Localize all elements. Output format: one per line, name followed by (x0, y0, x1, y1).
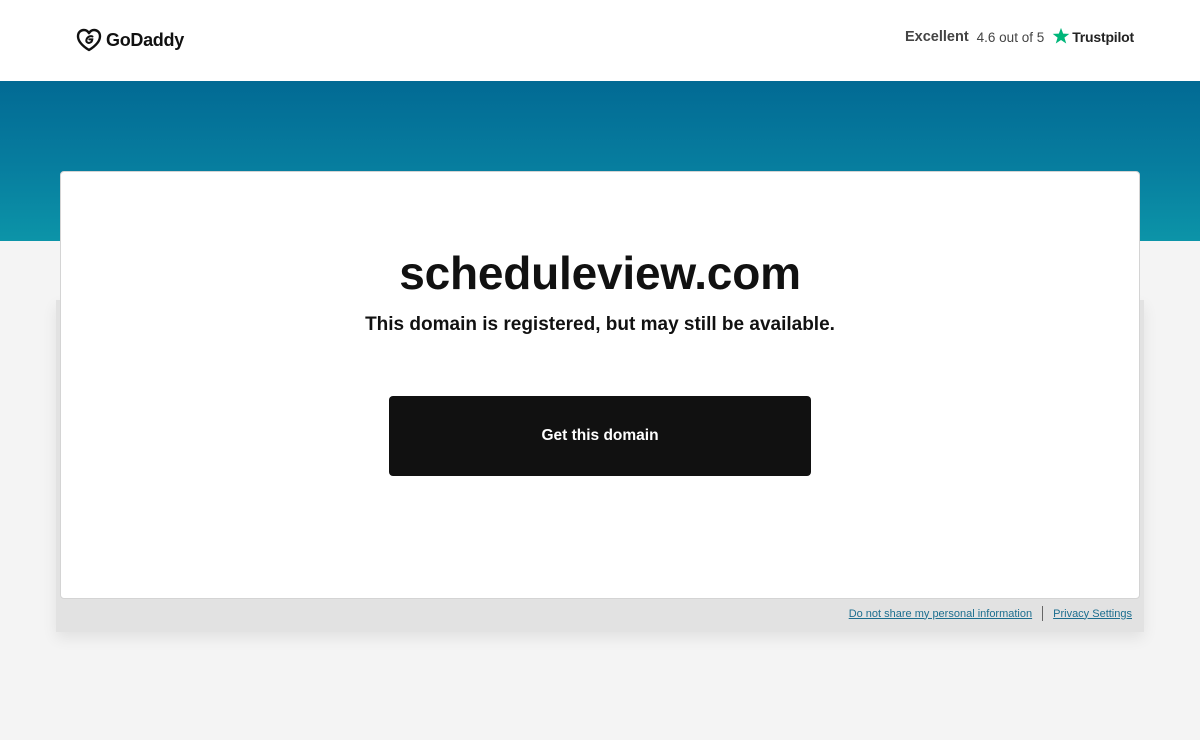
site-header: GoDaddy Excellent 4.6 out of 5 Trustpilo… (0, 0, 1200, 81)
trustpilot-brand: Trustpilot (1072, 29, 1134, 45)
get-this-domain-button[interactable]: Get this domain (389, 396, 811, 476)
do-not-share-link[interactable]: Do not share my personal information (849, 608, 1032, 620)
domain-card: scheduleview.com This domain is register… (60, 171, 1140, 599)
godaddy-logo[interactable]: GoDaddy (76, 28, 184, 52)
trustpilot-rating[interactable]: Excellent 4.6 out of 5 Trustpilot (904, 27, 1134, 45)
godaddy-logo-icon (76, 28, 102, 52)
trustpilot-rating-word: Excellent (904, 29, 969, 45)
domain-name: scheduleview.com (399, 247, 801, 299)
link-divider (1042, 606, 1044, 621)
privacy-links: Do not share my personal information Pri… (849, 606, 1132, 621)
logo-text: GoDaddy (106, 29, 184, 50)
trustpilot-star-icon (1052, 27, 1070, 44)
domain-status-text: This domain is registered, but may still… (365, 314, 835, 335)
trustpilot-score: 4.6 out of 5 (976, 29, 1045, 45)
privacy-settings-link[interactable]: Privacy Settings (1053, 608, 1132, 620)
